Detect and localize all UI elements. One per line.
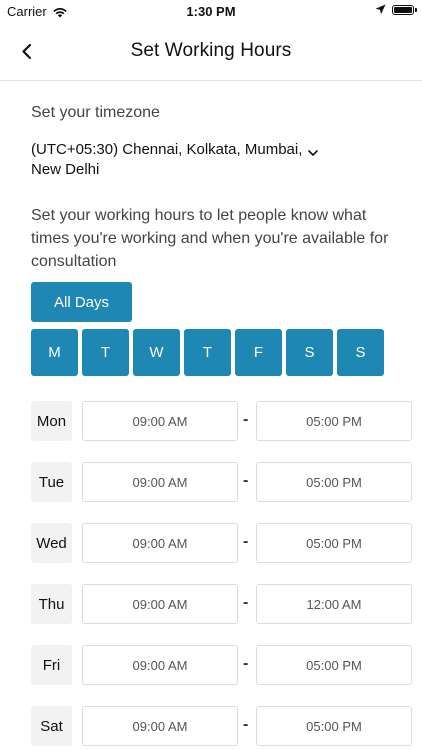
status-bar: Carrier 1:30 PM: [0, 0, 422, 24]
weekday-button-sun[interactable]: S: [337, 329, 384, 376]
schedule-row-tue: Tue 09:00 AM - 05:00 PM: [31, 462, 413, 502]
page-title: Set Working Hours: [130, 40, 292, 61]
time-separator: -: [243, 411, 249, 428]
status-time: 1:30 PM: [186, 4, 236, 19]
weekday-button-wed[interactable]: W: [133, 329, 180, 376]
schedule-row-fri: Fri 09:00 AM - 05:00 PM: [31, 645, 413, 685]
weekday-button-mon[interactable]: M: [31, 329, 78, 376]
end-time-field[interactable]: 05:00 PM: [256, 401, 412, 441]
end-time-field[interactable]: 12:00 AM: [256, 584, 412, 624]
schedule-day-label: Wed: [31, 523, 72, 563]
working-hours-description: Set your working hours to let people kno…: [31, 207, 389, 270]
end-time-field[interactable]: 05:00 PM: [256, 706, 412, 746]
timezone-value: (UTC+05:30) Chennai, Kolkata, Mumbai, Ne…: [31, 141, 303, 178]
end-time-field[interactable]: 05:00 PM: [256, 462, 412, 502]
schedule-day-label: Mon: [31, 401, 72, 441]
location-arrow-icon: [375, 4, 386, 15]
schedule-day-label: Sat: [31, 706, 72, 746]
all-days-button[interactable]: All Days: [31, 282, 132, 322]
time-separator: -: [243, 594, 249, 611]
weekday-button-fri[interactable]: F: [235, 329, 282, 376]
weekday-button-tue[interactable]: T: [82, 329, 129, 376]
timezone-label: Set your timezone: [31, 104, 160, 121]
schedule-day-label: Fri: [31, 645, 72, 685]
schedule-row-wed: Wed 09:00 AM - 05:00 PM: [31, 523, 413, 563]
chevron-down-icon: [308, 150, 318, 156]
schedule-row-sat: Sat 09:00 AM - 05:00 PM: [31, 706, 413, 746]
time-separator: -: [243, 533, 249, 550]
start-time-field[interactable]: 09:00 AM: [82, 584, 238, 624]
weekday-button-sat[interactable]: S: [286, 329, 333, 376]
start-time-field[interactable]: 09:00 AM: [82, 645, 238, 685]
start-time-field[interactable]: 09:00 AM: [82, 401, 238, 441]
start-time-field[interactable]: 09:00 AM: [82, 523, 238, 563]
time-separator: -: [243, 655, 249, 672]
time-separator: -: [243, 472, 249, 489]
timezone-select[interactable]: (UTC+05:30) Chennai, Kolkata, Mumbai, Ne…: [31, 140, 391, 180]
weekday-button-thu[interactable]: T: [184, 329, 231, 376]
battery-icon: [392, 4, 417, 15]
schedule-row-thu: Thu 09:00 AM - 12:00 AM: [31, 584, 413, 624]
end-time-field[interactable]: 05:00 PM: [256, 523, 412, 563]
nav-bar: Set Working Hours: [0, 24, 422, 81]
schedule-day-label: Tue: [31, 462, 72, 502]
status-right: [375, 4, 417, 15]
start-time-field[interactable]: 09:00 AM: [82, 706, 238, 746]
weekday-selector: M T W T F S S: [31, 329, 384, 376]
time-separator: -: [243, 716, 249, 733]
schedule-day-label: Thu: [31, 584, 72, 624]
end-time-field[interactable]: 05:00 PM: [256, 645, 412, 685]
start-time-field[interactable]: 09:00 AM: [82, 462, 238, 502]
schedule-row-mon: Mon 09:00 AM - 05:00 PM: [31, 401, 413, 441]
